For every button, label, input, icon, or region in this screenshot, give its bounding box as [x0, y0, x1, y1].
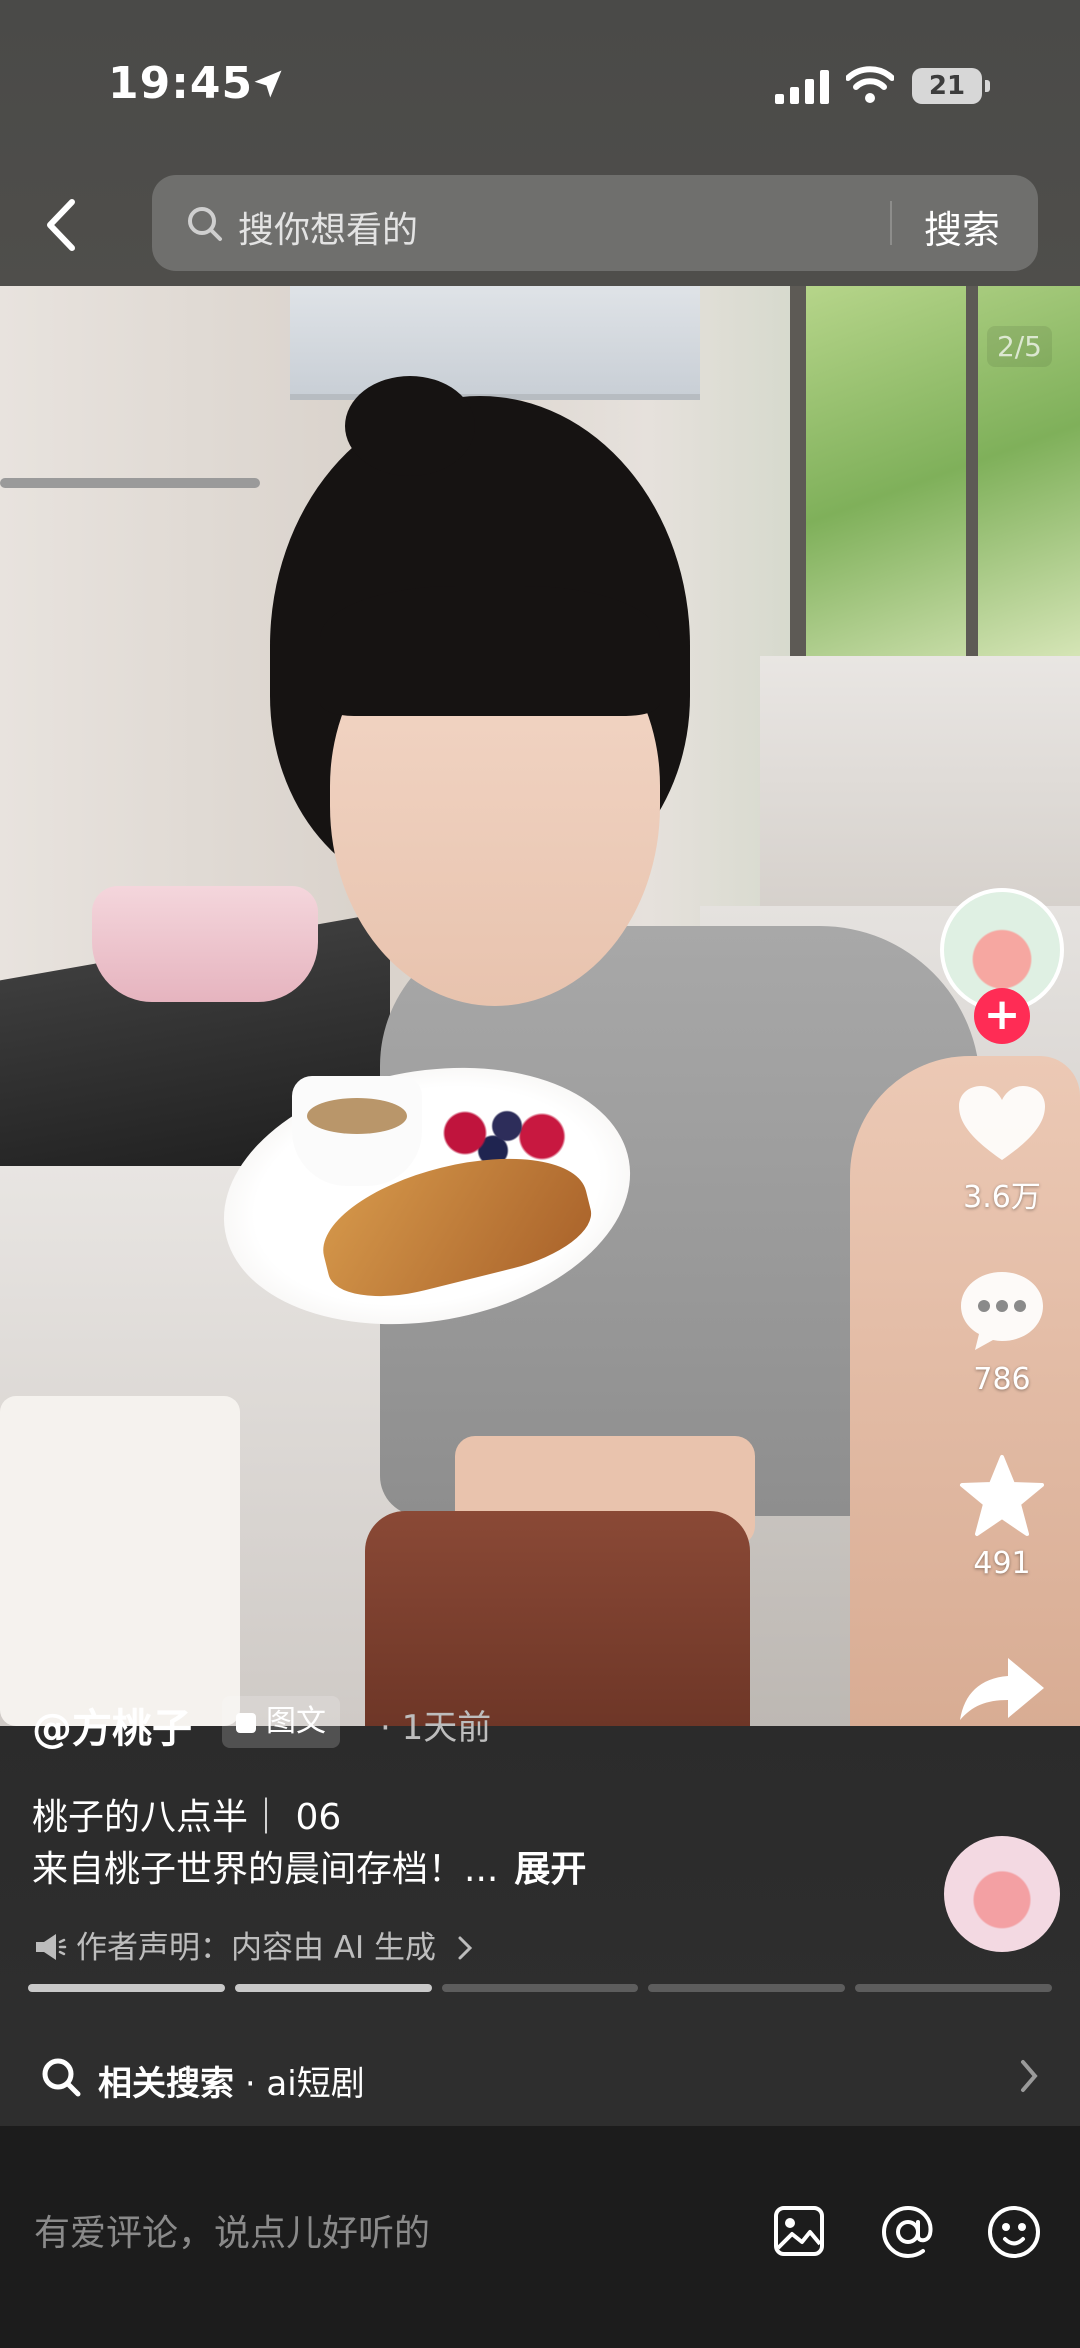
at-icon[interactable] [880, 2204, 936, 2260]
favorite-button[interactable]: 491 [940, 1454, 1064, 1581]
chat-bubble-icon [961, 1272, 1043, 1350]
ai-statement-text: 作者声明：内容由 AI 生成 [76, 1930, 437, 1966]
photo-utensil-rail [0, 478, 260, 488]
progress-segment [648, 1984, 846, 1992]
search-button[interactable]: 搜索 [924, 199, 1000, 254]
related-search-label: 相关搜索 [98, 2064, 234, 2104]
post-description: 来自桃子世界的晨间存档！... 展开 [32, 1840, 586, 1892]
like-button[interactable]: 3.6万 [940, 1084, 1064, 1216]
favorite-count: 491 [973, 1546, 1031, 1581]
like-count: 3.6万 [963, 1180, 1041, 1215]
progress-segment [855, 1984, 1052, 1992]
music-disc-avatar[interactable] [944, 1836, 1060, 1952]
comment-input[interactable]: 有爱评论，说点儿好听的 [34, 2204, 430, 2256]
post-time: · 1天前 [380, 1708, 492, 1748]
wifi-icon [846, 66, 894, 103]
photo-counter-right [760, 656, 1080, 906]
top-bar: 19:45 21 搜你想看的 搜索 [0, 0, 1080, 286]
share-arrow-icon [960, 1658, 1044, 1720]
chevron-right-icon [458, 1936, 473, 1960]
status-time: 19:45 [108, 58, 254, 109]
ai-statement[interactable]: 作者声明：内容由 AI 生成 [34, 1922, 474, 1967]
photo-hair-bun [345, 376, 475, 476]
heart-icon [959, 1086, 1045, 1160]
search-divider [890, 201, 892, 245]
location-arrow-icon [254, 70, 282, 98]
image-post-icon [236, 1713, 256, 1733]
progress-segment [28, 1984, 225, 1992]
photo-shorts [365, 1511, 750, 1726]
post-title: 桃子的八点半｜ 06 [32, 1797, 342, 1838]
expand-button[interactable]: 展开 [514, 1849, 586, 1890]
progress-segment [234, 1984, 432, 1992]
related-search-text: 相关搜索 · ai短剧 [98, 2056, 365, 2105]
search-bar[interactable]: 搜你想看的 搜索 [152, 175, 1038, 271]
battery-indicator: 21 [912, 68, 990, 104]
chevron-left-icon[interactable] [42, 196, 82, 254]
author-name[interactable]: @方桃子 [32, 1696, 192, 1754]
follow-button[interactable]: + [974, 988, 1030, 1044]
photo-pink-pot [92, 886, 318, 1002]
comment-count: 786 [973, 1362, 1031, 1397]
search-input[interactable]: 搜你想看的 [238, 201, 418, 253]
photo-berries [430, 1098, 570, 1168]
related-search-query: · ai短剧 [244, 2064, 365, 2104]
megaphone-icon [36, 1934, 67, 1960]
image-icon[interactable] [772, 2204, 826, 2258]
search-icon [42, 2058, 81, 2097]
cellular-signal-icon [775, 70, 829, 104]
comment-bar: 有爱评论，说点儿好听的 [0, 2126, 1080, 2348]
image-page-indicator: 2/5 [986, 326, 1052, 367]
photo-coffee-cup [292, 1076, 422, 1186]
post-type-label: 图文 [266, 1704, 326, 1739]
post-type-tag: 图文 [222, 1696, 340, 1748]
description-text: 来自桃子世界的晨间存档！... [32, 1849, 499, 1890]
star-icon [960, 1455, 1044, 1536]
photo-cabinet [290, 286, 700, 400]
chevron-right-icon [1021, 2060, 1038, 2092]
photo-cutting-board [0, 1396, 240, 1726]
emoji-icon[interactable] [986, 2204, 1042, 2260]
progress-segment [441, 1984, 639, 1992]
image-progress-bar [28, 1984, 1052, 1992]
photo-bangs [320, 586, 660, 716]
post-image[interactable]: 2/5 [0, 286, 1080, 1726]
comment-button[interactable]: 786 [940, 1268, 1064, 1397]
search-icon [188, 207, 222, 241]
related-search-row[interactable]: 相关搜索 · ai短剧 [0, 2030, 1080, 2126]
